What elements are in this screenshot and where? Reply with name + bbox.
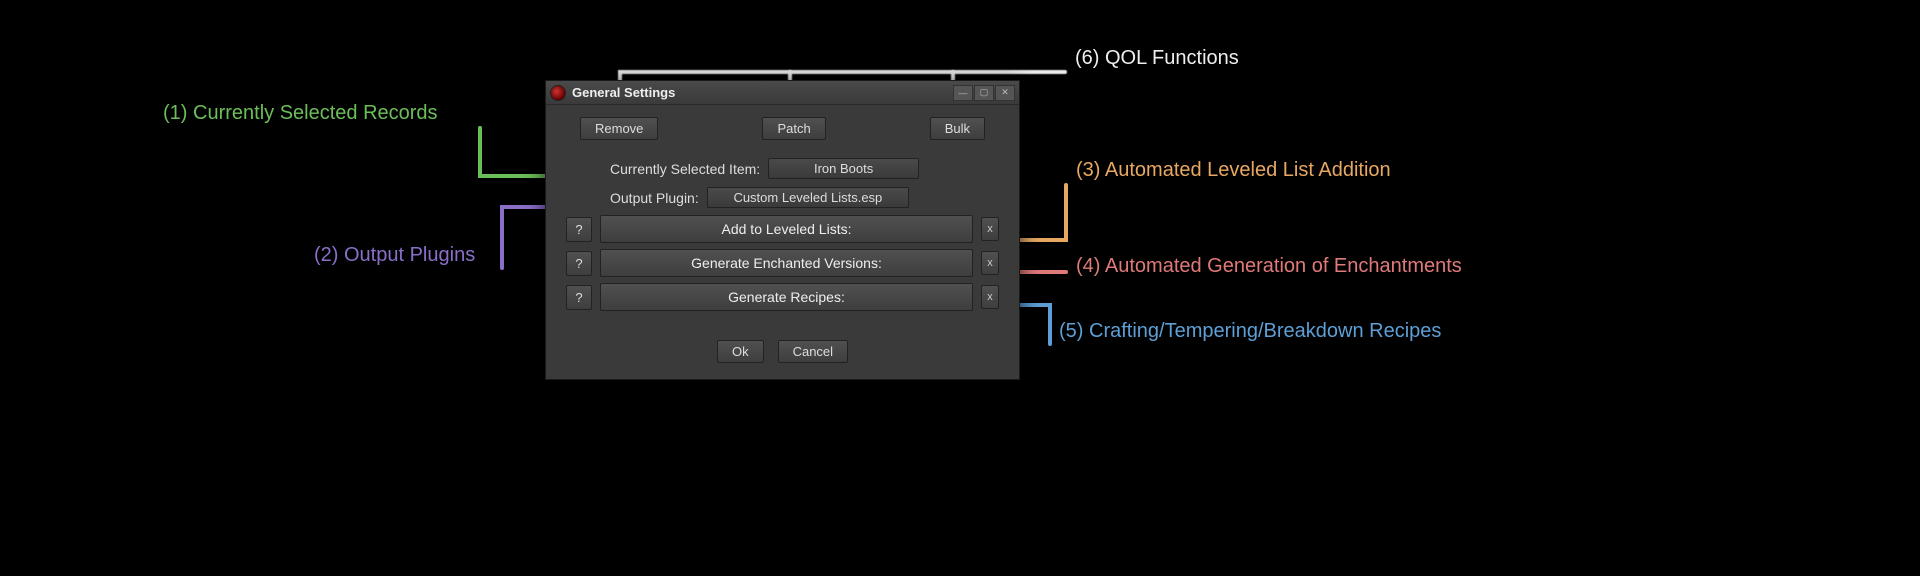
maximize-button[interactable]: ▢ xyxy=(974,85,994,101)
titlebar[interactable]: General Settings — ▢ ✕ xyxy=(546,81,1019,105)
help-button-recipes[interactable]: ? xyxy=(566,285,592,310)
app-icon xyxy=(550,85,566,101)
enchanted-row: ? Generate Enchanted Versions: x xyxy=(556,246,1009,280)
help-button-leveled[interactable]: ? xyxy=(566,217,592,242)
annotation-6: (6) QOL Functions xyxy=(1075,47,1239,70)
generate-recipes-button[interactable]: Generate Recipes: xyxy=(600,283,973,311)
annotation-2: (2) Output Plugins xyxy=(314,244,475,267)
generate-enchanted-button[interactable]: Generate Enchanted Versions: xyxy=(600,249,973,277)
annotation-5: (5) Crafting/Tempering/Breakdown Recipes xyxy=(1059,320,1441,343)
cancel-button[interactable]: Cancel xyxy=(778,340,848,363)
minimize-button[interactable]: — xyxy=(953,85,973,101)
close-button[interactable]: ✕ xyxy=(995,85,1015,101)
general-settings-dialog: General Settings — ▢ ✕ Remove Patch Bulk… xyxy=(545,80,1020,380)
selected-item-value[interactable]: Iron Boots xyxy=(768,158,919,179)
remove-leveled-button[interactable]: x xyxy=(981,217,999,241)
remove-recipes-button[interactable]: x xyxy=(981,285,999,309)
patch-button[interactable]: Patch xyxy=(762,117,825,140)
help-button-enchanted[interactable]: ? xyxy=(566,251,592,276)
selected-item-label: Currently Selected Item: xyxy=(610,161,760,177)
window-title: General Settings xyxy=(572,85,953,100)
annotation-1: (1) Currently Selected Records xyxy=(163,102,438,125)
recipes-row: ? Generate Recipes: x xyxy=(556,280,1009,314)
output-plugin-label: Output Plugin: xyxy=(610,190,699,206)
annotation-3: (3) Automated Leveled List Addition xyxy=(1076,159,1391,182)
add-leveled-lists-button[interactable]: Add to Leveled Lists: xyxy=(600,215,973,243)
ok-button[interactable]: Ok xyxy=(717,340,764,363)
leveled-lists-row: ? Add to Leveled Lists: x xyxy=(556,212,1009,246)
bulk-button[interactable]: Bulk xyxy=(930,117,985,140)
selected-item-row: Currently Selected Item: Iron Boots xyxy=(556,154,1009,183)
output-plugin-row: Output Plugin: Custom Leveled Lists.esp xyxy=(556,183,1009,212)
dialog-body: Remove Patch Bulk Currently Selected Ite… xyxy=(546,105,1019,379)
remove-enchanted-button[interactable]: x xyxy=(981,251,999,275)
output-plugin-value[interactable]: Custom Leveled Lists.esp xyxy=(707,187,909,208)
remove-button[interactable]: Remove xyxy=(580,117,658,140)
annotation-4: (4) Automated Generation of Enchantments xyxy=(1076,255,1462,278)
